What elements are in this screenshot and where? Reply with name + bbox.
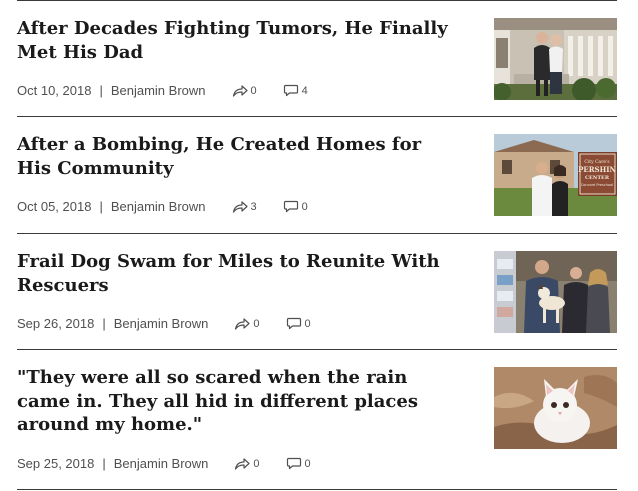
share-icon	[235, 318, 251, 330]
article-date: Oct 10, 2018	[17, 83, 92, 98]
article-date: Sep 26, 2018	[17, 316, 95, 331]
article-title[interactable]: Frail Dog Swam for Miles to Reunite With…	[17, 250, 457, 297]
article-thumbnail[interactable]	[494, 251, 617, 333]
share-count: 0	[253, 457, 260, 470]
sign-line-3: CENTER	[585, 175, 610, 181]
sign-line-4: Concord Preschool	[581, 183, 613, 187]
share-icon	[235, 458, 251, 470]
share-button[interactable]: 0	[234, 457, 260, 470]
article-author[interactable]: Benjamin Brown	[111, 83, 206, 98]
sign-line-2: PERSHIN	[578, 165, 616, 174]
article-title[interactable]: "They were all so scared when the rain c…	[17, 366, 457, 437]
article-meta: Oct 05, 2018 | Benjamin Brown 3 0	[17, 199, 308, 214]
share-button[interactable]: 0	[234, 317, 260, 330]
comment-count: 0	[304, 317, 311, 330]
share-count: 3	[250, 200, 257, 213]
article-card: After Decades Fighting Tumors, He Finall…	[17, 0, 617, 116]
article-card: "They were all so scared when the rain c…	[17, 349, 617, 490]
article-title[interactable]: After Decades Fighting Tumors, He Finall…	[17, 17, 457, 64]
comment-button[interactable]: 0	[286, 457, 311, 470]
meta-separator: |	[102, 316, 106, 331]
article-card: After a Bombing, He Created Homes for Hi…	[17, 116, 617, 233]
article-thumbnail[interactable]: City Care's PERSHIN CENTER Concord Presc…	[494, 134, 617, 216]
share-icon	[232, 201, 248, 213]
article-author[interactable]: Benjamin Brown	[114, 316, 209, 331]
comment-bubble-icon	[283, 200, 298, 213]
article-thumbnail[interactable]	[494, 367, 617, 449]
comment-count: 0	[301, 200, 308, 213]
share-count: 0	[253, 317, 260, 330]
article-meta: Sep 25, 2018 | Benjamin Brown 0 0	[17, 456, 311, 471]
comment-button[interactable]: 0	[283, 200, 308, 213]
article-meta: Oct 10, 2018 | Benjamin Brown 0 4	[17, 83, 308, 98]
meta-separator: |	[99, 199, 103, 214]
article-feed: After Decades Fighting Tumors, He Finall…	[17, 0, 617, 490]
article-date: Sep 25, 2018	[17, 456, 95, 471]
article-card: Frail Dog Swam for Miles to Reunite With…	[17, 233, 617, 349]
article-date: Oct 05, 2018	[17, 199, 92, 214]
comment-bubble-icon	[283, 84, 298, 97]
meta-separator: |	[102, 456, 106, 471]
article-author[interactable]: Benjamin Brown	[114, 456, 209, 471]
photo-couple-at-center-sign-icon: City Care's PERSHIN CENTER Concord Presc…	[494, 134, 617, 216]
comment-button[interactable]: 4	[283, 84, 308, 97]
comment-button[interactable]: 0	[286, 317, 311, 330]
meta-separator: |	[99, 83, 103, 98]
photo-couple-on-porch-icon	[494, 18, 617, 100]
article-author[interactable]: Benjamin Brown	[111, 199, 206, 214]
article-meta: Sep 26, 2018 | Benjamin Brown 0 0	[17, 316, 311, 331]
comment-bubble-icon	[286, 457, 301, 470]
share-button[interactable]: 3	[232, 200, 257, 213]
article-title[interactable]: After a Bombing, He Created Homes for Hi…	[17, 133, 457, 180]
photo-family-with-dog-icon	[494, 251, 617, 333]
comment-count: 0	[304, 457, 311, 470]
photo-white-kitten-icon	[494, 367, 617, 449]
comment-bubble-icon	[286, 317, 301, 330]
share-icon	[232, 85, 248, 97]
comment-count: 4	[301, 84, 308, 97]
share-button[interactable]: 0	[232, 84, 257, 97]
share-count: 0	[250, 84, 257, 97]
article-thumbnail[interactable]	[494, 18, 617, 100]
